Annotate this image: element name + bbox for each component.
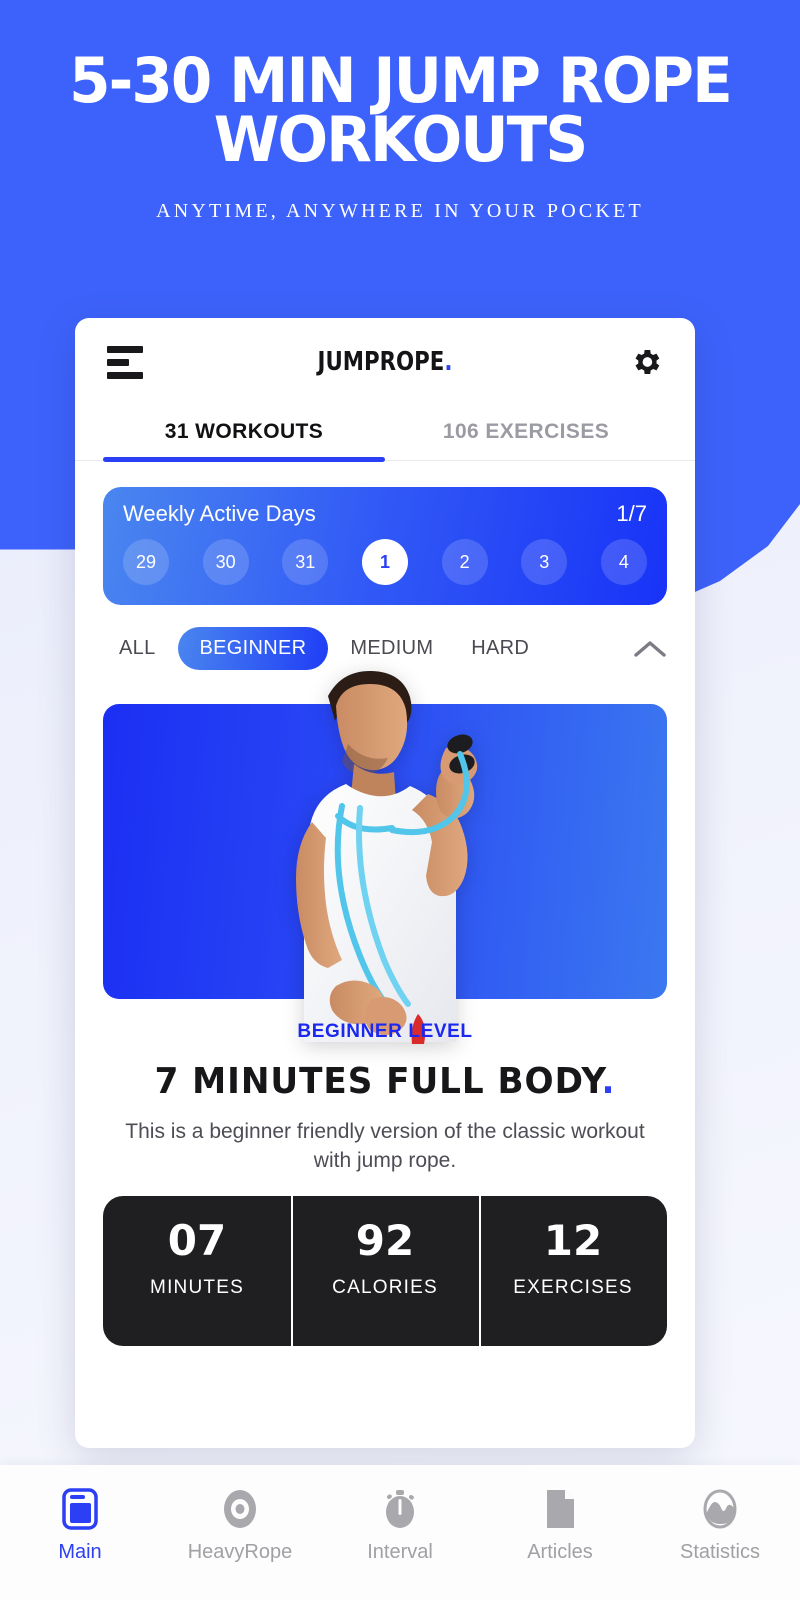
stat-exercises-label: EXERCISES [513,1276,633,1298]
chart-icon [703,1489,737,1529]
workout-level-badge: BEGINNER LEVEL [297,1021,473,1042]
promo-title: 5-30 MIN JUMP ROPE WORKOUTS [16,50,784,176]
workout-card[interactable]: BEGINNER LEVEL 7 MINUTES FULL BODY. This… [75,670,695,1346]
workout-title-text: 7 MINUTES FULL BODY [154,1061,602,1102]
nav-item-main[interactable]: Main [0,1487,160,1564]
filter-all[interactable]: ALL [103,627,172,670]
weekly-count: 1/7 [616,501,647,526]
day-chip[interactable]: 29 [123,539,169,585]
nav-item-articles[interactable]: Articles [480,1487,640,1564]
stat-minutes-value: 07 [167,1215,227,1265]
tab-exercises[interactable]: 106 EXERCISES [385,406,667,460]
chevron-up-icon[interactable] [633,638,667,660]
tab-workouts-label: 31 WORKOUTS [164,420,324,443]
weekly-title: Weekly Active Days [123,501,316,526]
nav-item-main-label: Main [58,1541,102,1563]
app-panel: JUMPROPE. 31 WORKOUTS 106 EXERCISES Week… [75,318,695,1448]
day-chip[interactable]: 2 [441,539,488,585]
promo-header: 5-30 MIN JUMP ROPE WORKOUTS ANYTIME, ANY… [0,0,800,300]
tab-exercises-label: 106 EXERCISES [442,420,610,443]
app-logo: JUMPROPE. [131,347,639,377]
nav-item-interval-label: Interval [367,1541,433,1563]
nav-item-heavyrope-label: HeavyRope [187,1541,293,1563]
promo-subtitle: ANYTIME, ANYWHERE IN YOUR POCKET [156,199,644,222]
phone-icon [62,1488,98,1530]
nav-item-articles-label: Articles [527,1541,593,1563]
weekly-day-list: 29 30 31 1 2 3 4 [123,539,647,585]
app-logo-dot: . [444,347,453,377]
stat-minutes-label: MINUTES [150,1276,244,1298]
document-icon [547,1490,574,1528]
weekly-header: Weekly Active Days 1/7 [123,501,647,527]
app-logo-text: JUMPROPE [317,347,445,377]
workout-title: 7 MINUTES FULL BODY. [119,1061,651,1102]
nav-item-interval[interactable]: Interval [320,1487,480,1564]
app-bar: JUMPROPE. [75,318,695,406]
workout-description: This is a beginner friendly version of t… [125,1120,645,1172]
stopwatch-icon [386,1490,414,1528]
tab-workouts[interactable]: 31 WORKOUTS [103,406,385,462]
nav-item-statistics[interactable]: Statistics [640,1487,800,1564]
nav-item-statistics-label: Statistics [679,1541,761,1563]
day-chip[interactable]: 3 [521,539,568,585]
workout-card-body: BEGINNER LEVEL 7 MINUTES FULL BODY. This… [75,999,695,1176]
workout-tabs: 31 WORKOUTS 106 EXERCISES [75,406,695,462]
weekly-active-days-card[interactable]: Weekly Active Days 1/7 29 30 31 1 2 3 4 [103,487,667,605]
stat-minutes: 07 MINUTES [103,1196,291,1346]
stat-calories: 92 CALORIES [291,1195,479,1346]
day-chip[interactable]: 31 [282,539,329,585]
day-chip[interactable]: 4 [600,539,647,585]
stat-calories-label: CALORIES [332,1276,438,1298]
target-icon [224,1490,256,1528]
day-chip-selected[interactable]: 1 [361,539,408,585]
stat-exercises-value: 12 [543,1215,603,1265]
athlete-photo [296,670,478,1044]
stat-calories-value: 92 [355,1215,415,1265]
workout-hero-image [103,670,667,1044]
nav-item-heavyrope[interactable]: HeavyRope [160,1487,320,1564]
bottom-navigation: Main HeavyRope Interval Articles Statist… [0,1465,800,1600]
workout-stats: 07 MINUTES 92 CALORIES 12 EXERCISES [103,1195,667,1346]
promo-title-line2: WORKOUTS [213,102,588,176]
day-chip[interactable]: 30 [202,539,249,585]
stat-exercises: 12 EXERCISES [479,1195,667,1346]
workout-title-dot: . [601,1061,616,1102]
